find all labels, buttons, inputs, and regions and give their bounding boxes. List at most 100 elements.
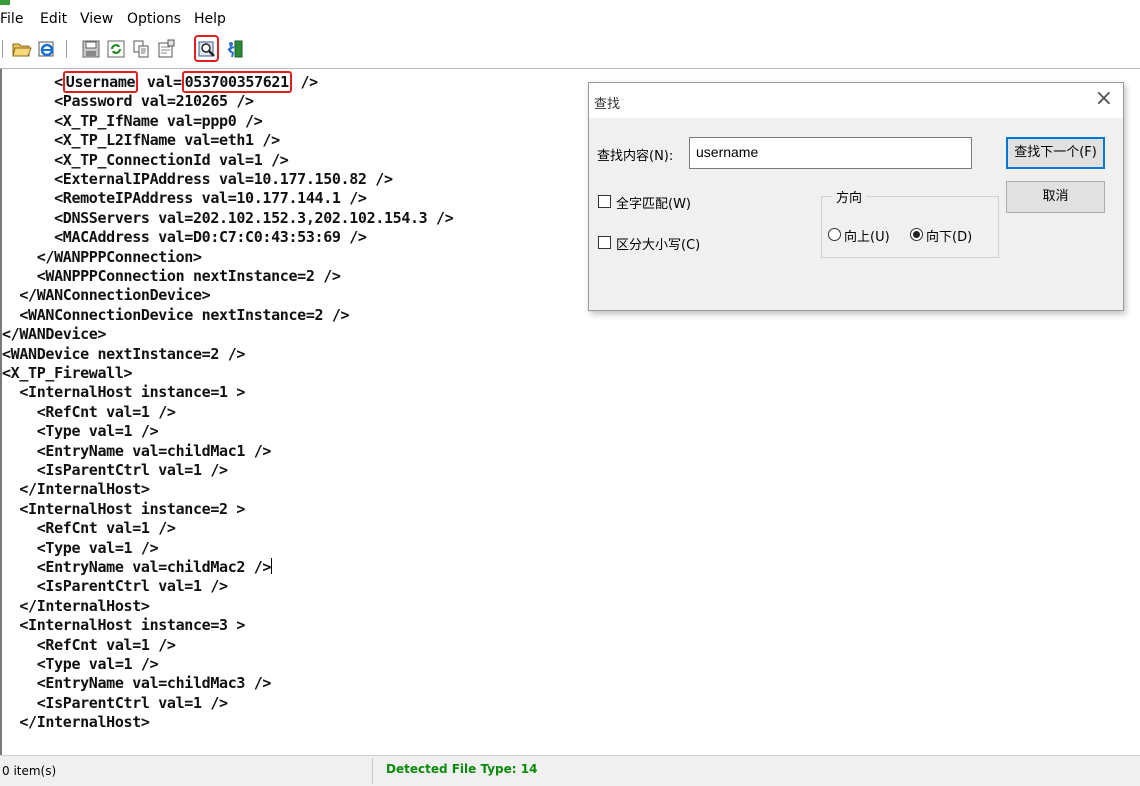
editor-line-text: <RefCnt val=1 /> xyxy=(2,519,176,538)
open-folder-icon[interactable] xyxy=(12,39,32,59)
editor-line-text: <Type val=1 /> xyxy=(2,538,159,557)
item-count: 0 item(s) xyxy=(2,764,57,778)
value-highlight: 053700357621 xyxy=(181,71,292,93)
toolbar-separator xyxy=(66,40,67,58)
status-bar: 0 item(s) Detected File Type: 14 xyxy=(0,755,1140,786)
editor-line: </InternalHost> xyxy=(2,480,150,499)
editor-line: <WANPPPConnection nextInstance=2 /> xyxy=(2,267,341,286)
exit-icon[interactable] xyxy=(225,39,245,59)
direction-up-radio[interactable] xyxy=(828,228,841,241)
editor-line-text: <RemoteIPAddress val=10.177.144.1 /> xyxy=(2,189,367,208)
editor-line: <Type val=1 /> xyxy=(2,422,159,441)
editor-line: <RemoteIPAddress val=10.177.144.1 /> xyxy=(2,189,367,208)
editor-line-text: </InternalHost> xyxy=(2,596,150,615)
title-bar-remnant xyxy=(0,0,1140,8)
editor-line: </WANPPPConnection> xyxy=(2,248,202,267)
editor-line: <X_TP_Firewall> xyxy=(2,364,133,383)
editor-line: </InternalHost> xyxy=(2,597,150,616)
editor-line-text: <WANConnectionDevice nextInstance=2 /> xyxy=(2,305,350,324)
editor-line-text: <X_TP_L2IfName val=eth1 /> xyxy=(2,131,280,150)
editor-line: <Type val=1 /> xyxy=(2,538,159,558)
toolbar xyxy=(0,32,1140,69)
editor-line: <InternalHost instance=3 > xyxy=(2,616,245,635)
menu-options[interactable]: Options xyxy=(127,11,181,27)
editor-line-text: <EntryName val=childMac3 /> xyxy=(2,674,272,693)
editor-line-text: <InternalHost instance=3 > xyxy=(2,616,246,635)
editor-line: <ExternalIPAddress val=10.177.150.82 /> xyxy=(2,170,393,189)
editor-line-text: <X_TP_ConnectionId val=1 /> xyxy=(2,150,289,169)
editor-line-text: <WANDevice nextInstance=2 /> xyxy=(2,344,246,363)
match-case-label: 区分大小写(C) xyxy=(616,238,701,253)
editor-line-text: </WANDevice> xyxy=(2,325,107,344)
save-icon[interactable] xyxy=(81,39,101,59)
refresh-icon[interactable] xyxy=(106,39,126,59)
cancel-button[interactable]: 取消 xyxy=(1006,181,1105,213)
close-icon[interactable]: × xyxy=(1095,87,1113,111)
editor-line: <Type val=1 /> xyxy=(2,655,159,674)
editor-line-text: </InternalHost> xyxy=(2,480,150,499)
editor-line-text: <RefCnt val=1 /> xyxy=(2,402,176,421)
find-what-input[interactable]: username xyxy=(689,137,972,169)
editor-line-text: <InternalHost instance=1 > xyxy=(2,383,246,402)
editor-line: <DNSServers val=202.102.152.3,202.102.15… xyxy=(2,209,454,228)
editor-line-text: </InternalHost> xyxy=(2,713,150,732)
direction-up-label: 向上(U) xyxy=(844,230,890,245)
copy-icon[interactable] xyxy=(131,39,151,59)
open-ie-icon[interactable] xyxy=(37,39,57,59)
editor-line: </InternalHost> xyxy=(2,713,150,732)
editor-line-text: <MACAddress val=D0:C7:C0:43:53:69 /> xyxy=(2,228,367,247)
editor-line-highlighted: < Username val= 053700357621 /> xyxy=(2,71,318,93)
menu-edit[interactable]: Edit xyxy=(40,11,67,27)
editor-line-text: <IsParentCtrl val=1 /> xyxy=(2,461,228,479)
editor-line: <X_TP_ConnectionId val=1 /> xyxy=(2,150,289,170)
find-dialog-titlebar[interactable]: 查找 × xyxy=(589,83,1123,118)
menu-help[interactable]: Help xyxy=(194,11,226,27)
editor-line-text: </WANPPPConnection> xyxy=(2,247,202,266)
status-separator xyxy=(372,758,373,784)
menu-bar: File Edit View Options Help xyxy=(0,8,1140,32)
editor-line-text: <RefCnt val=1 /> xyxy=(2,635,176,654)
direction-group: 方向 向上(U) 向下(D) xyxy=(821,187,999,258)
editor-line: <X_TP_IfName val=ppp0 /> xyxy=(2,111,263,131)
editor-line: <IsParentCtrl val=1 /> xyxy=(2,694,228,713)
menu-file[interactable]: File xyxy=(0,11,23,27)
find-dialog-title: 查找 xyxy=(594,97,621,112)
editor-line: <WANConnectionDevice nextInstance=2 /> xyxy=(2,306,349,325)
editor-line-text: <WANPPPConnection nextInstance=2 /> xyxy=(2,267,341,285)
editor-line: <IsParentCtrl val=1 /> xyxy=(2,461,228,480)
editor-line-text: <InternalHost instance=2 > xyxy=(2,499,246,518)
editor-line: <RefCnt val=1 /> xyxy=(2,519,176,538)
editor-line: <InternalHost instance=2 > xyxy=(2,500,245,519)
whole-word-checkbox[interactable] xyxy=(598,195,611,208)
properties-icon[interactable] xyxy=(156,39,176,59)
editor-line-text: <X_TP_IfName val=ppp0 /> xyxy=(2,111,263,130)
editor-line-text: <X_TP_Firewall> xyxy=(2,364,133,382)
find-dialog: 查找 × 查找内容(N): username 查找下一个(F) 取消 全字匹配(… xyxy=(588,82,1124,311)
editor-line: </WANConnectionDevice> xyxy=(2,286,210,305)
toolbar-separator xyxy=(2,40,3,58)
editor-line-text: <IsParentCtrl val=1 /> xyxy=(2,693,228,712)
editor-line: <EntryName val=childMac2 /> xyxy=(2,558,273,577)
text-caret xyxy=(271,558,273,574)
editor-line: <IsParentCtrl val=1 /> xyxy=(2,577,228,596)
editor-line-text: <EntryName val=childMac1 /> xyxy=(2,441,272,460)
editor-line: </WANDevice> xyxy=(2,325,107,344)
direction-down-radio[interactable] xyxy=(910,228,923,241)
match-case-checkbox[interactable] xyxy=(598,236,611,249)
editor-line: <MACAddress val=D0:C7:C0:43:53:69 /> xyxy=(2,228,367,247)
whole-word-label: 全字匹配(W) xyxy=(616,197,691,212)
app-icon xyxy=(0,0,10,5)
editor-line: <EntryName val=childMac1 /> xyxy=(2,441,272,461)
file-type-status: Detected File Type: 14 xyxy=(386,762,538,776)
find-next-button[interactable]: 查找下一个(F) xyxy=(1006,137,1105,169)
editor-line-text: <Type val=1 /> xyxy=(2,655,159,673)
find-what-label: 查找内容(N): xyxy=(597,149,674,164)
menu-view[interactable]: View xyxy=(80,11,113,27)
editor-line-text: <IsParentCtrl val=1 /> xyxy=(2,577,228,596)
editor-line: <Password val=210265 /> xyxy=(2,92,254,111)
editor-line: <EntryName val=childMac3 /> xyxy=(2,674,272,693)
editor-line-text: <ExternalIPAddress val=10.177.150.82 /> xyxy=(2,170,393,188)
editor-line-text: <Type val=1 /> xyxy=(2,422,159,441)
direction-down-label: 向下(D) xyxy=(926,230,973,245)
editor-line-text: <EntryName val=childMac2 /> xyxy=(2,558,272,576)
